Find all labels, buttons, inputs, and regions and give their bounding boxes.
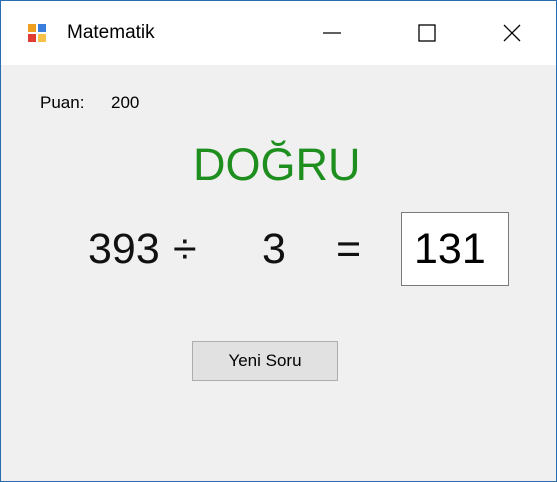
maximize-button[interactable] — [381, 1, 473, 65]
operand-1: 393 — [88, 225, 160, 273]
equals-sign: = — [336, 225, 362, 273]
answer-input[interactable] — [401, 212, 509, 286]
result-message: DOĞRU — [193, 139, 361, 190]
maximize-icon — [418, 24, 436, 42]
minimize-icon — [323, 32, 341, 34]
new-question-button[interactable]: Yeni Soru — [192, 341, 338, 381]
title-bar[interactable]: Matematik — [1, 1, 556, 65]
operand-2: 3 — [262, 225, 286, 273]
window-title: Matematik — [67, 22, 155, 43]
app-windows-icon — [27, 23, 47, 43]
score-value: 200 — [111, 93, 140, 112]
score-label: Puan: — [40, 93, 85, 112]
operator-sign: ÷ — [173, 225, 197, 273]
close-icon — [503, 24, 521, 42]
minimize-button[interactable] — [286, 1, 378, 65]
app-window: Matematik Puan: 200 DOĞRU 393 ÷ 3 = Yeni… — [0, 0, 557, 482]
close-button[interactable] — [466, 1, 557, 65]
